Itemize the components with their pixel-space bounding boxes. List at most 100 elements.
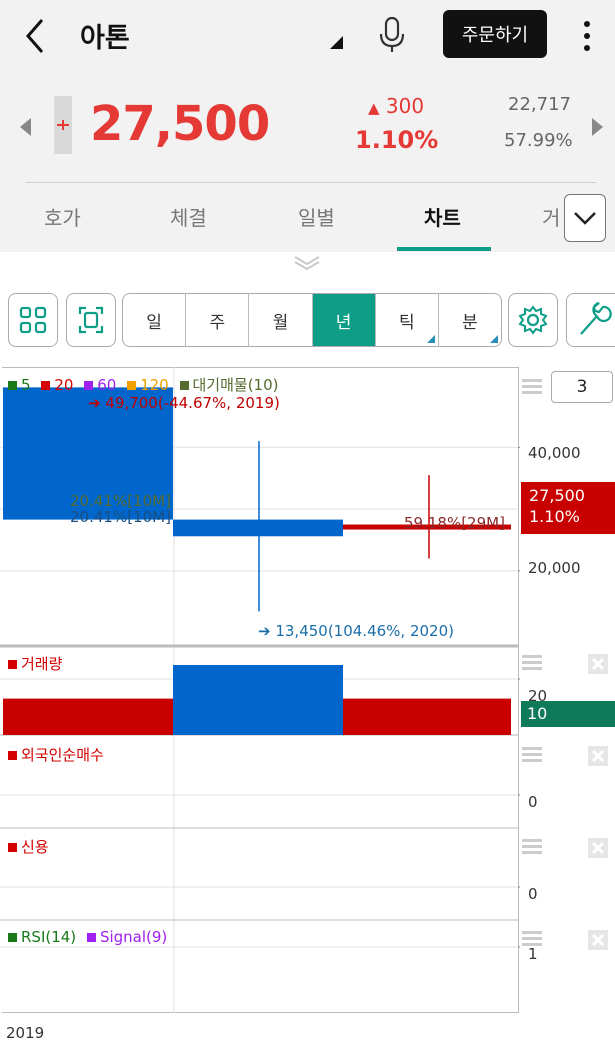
tab-trades[interactable]: 체결 (170, 202, 207, 231)
arrow-right-icon: ➔ (88, 394, 106, 412)
tab-expand-button[interactable] (564, 194, 606, 242)
volume-panel-label: 거래량 (8, 653, 62, 674)
candle-body-2020 (173, 519, 343, 537)
rsi-axis-label: 1 (528, 945, 538, 963)
hamburger-icon[interactable] (522, 654, 542, 672)
period-year[interactable]: 년 (312, 294, 376, 346)
more-options-icon[interactable] (580, 16, 594, 56)
current-price-tag: 27,500 1.10% (521, 482, 615, 534)
rsi-swatch (8, 933, 17, 942)
foreign-panel-label: 외국인순매수 (8, 744, 104, 765)
volume-tag-value: 10 (527, 704, 548, 723)
volume-bar-2021 (343, 698, 511, 735)
price-change-value: 300 (385, 94, 425, 118)
period-tick[interactable]: 틱 (376, 294, 439, 346)
close-icon[interactable] (588, 746, 608, 766)
hamburger-icon[interactable] (522, 838, 542, 856)
credit-panel-label: 신용 (8, 836, 49, 857)
ma-legend: 5 20 60 120 대기매물(10) (8, 374, 279, 395)
period-minute[interactable]: 분 (439, 294, 501, 346)
price-tag-pct: 1.10% (529, 507, 580, 526)
mini-candle-icon (54, 96, 72, 154)
close-icon[interactable] (588, 654, 608, 674)
tab-hoga[interactable]: 호가 (44, 202, 81, 231)
layout-grid-button[interactable] (8, 293, 58, 347)
ma60-swatch (84, 381, 94, 390)
tab-more-partial[interactable]: 거 (542, 202, 562, 231)
price-change-pct: 1.10% (355, 126, 439, 154)
volume-bar-2019 (3, 698, 173, 735)
volume-tag: 10 (521, 701, 615, 727)
foreign-swatch (8, 751, 17, 760)
tools-button[interactable] (566, 293, 615, 347)
ma60-label: 60 (97, 376, 117, 394)
ma5-swatch (8, 381, 17, 390)
credit-panel-title: 신용 (21, 838, 49, 856)
price-axis-label-40000: 40,000 (528, 444, 581, 462)
order-button[interactable]: 주문하기 (443, 10, 547, 58)
tab-daily[interactable]: 일별 (298, 202, 335, 231)
chart-canvas[interactable] (0, 367, 520, 1013)
signal-panel-title: Signal(9) (99, 928, 168, 946)
volume-bar-2020 (173, 665, 343, 735)
dropdown-corner-icon (426, 335, 435, 343)
volume-swatch (8, 660, 17, 669)
microphone-icon[interactable] (378, 16, 406, 54)
period-week[interactable]: 주 (186, 294, 250, 346)
up-triangle-icon: ▲ (368, 99, 380, 117)
foreign-axis-label: 0 (528, 793, 538, 811)
double-chevron-down-icon[interactable] (291, 255, 323, 271)
period-day[interactable]: 일 (123, 294, 187, 346)
volume-ratio: 57.99% (504, 130, 573, 151)
high-annotation-text: 49,700(-44.67%, 2019) (105, 394, 280, 412)
stock-selector-triangle-icon[interactable] (330, 36, 343, 49)
high-annotation: ➔ 49,700(-44.67%, 2019) (88, 394, 280, 412)
close-icon[interactable] (588, 838, 608, 858)
ma120-swatch (127, 381, 137, 390)
hamburger-icon[interactable] (522, 746, 542, 764)
ma20-label: 20 (54, 376, 74, 394)
credit-swatch (8, 843, 17, 852)
back-arrow-icon[interactable] (22, 16, 52, 56)
supply-label: 대기매물(10) (192, 376, 279, 394)
rsi-panel-label: RSI(14) Signal(9) (8, 928, 167, 946)
supply-label-2: 20.41%[10M] (70, 508, 171, 526)
period-count-box[interactable]: 3 (551, 371, 613, 403)
low-annotation: ➔ 13,450(104.46%, 2020) (258, 622, 454, 640)
active-tab-indicator (397, 247, 491, 251)
supply-label-3: 59.18%[29M] (404, 514, 505, 532)
period-month[interactable]: 월 (249, 294, 313, 346)
hamburger-icon[interactable] (522, 378, 542, 396)
period-tick-label: 틱 (398, 312, 415, 333)
trade-volume: 22,717 (508, 94, 571, 115)
grid-icon (19, 306, 47, 334)
foreign-panel-title: 외국인순매수 (21, 746, 104, 764)
previous-stock-arrow-icon[interactable] (20, 118, 31, 136)
period-selector: 일 주 월 년 틱 분 (122, 293, 502, 347)
gear-icon (518, 305, 548, 335)
header-divider (26, 182, 596, 183)
ma120-label: 120 (140, 376, 169, 394)
chevron-down-icon (574, 212, 596, 225)
signal-swatch (86, 933, 96, 942)
period-minute-label: 분 (462, 312, 478, 333)
current-price: 27,500 (90, 96, 270, 152)
fullscreen-button[interactable] (66, 293, 116, 347)
ma5-label: 5 (21, 376, 31, 394)
supply-swatch (179, 381, 189, 390)
ma20-swatch (41, 381, 51, 390)
price-change: ▲ 300 (368, 94, 424, 118)
next-stock-arrow-icon[interactable] (592, 118, 603, 136)
close-icon[interactable] (588, 930, 608, 950)
rsi-panel-title: RSI(14) (21, 928, 77, 946)
date-axis-label: 2019 (6, 1024, 45, 1042)
arrow-right-icon: ➔ (258, 622, 276, 640)
settings-button[interactable] (508, 293, 558, 347)
low-annotation-text: 13,450(104.46%, 2020) (275, 622, 454, 640)
wrench-icon (580, 301, 612, 335)
volume-panel-title: 거래량 (21, 655, 63, 673)
price-axis-label-20000: 20,000 (528, 559, 581, 577)
tab-chart[interactable]: 차트 (424, 202, 461, 231)
stock-name[interactable]: 아톤 (80, 16, 130, 55)
fullscreen-icon (78, 306, 104, 334)
